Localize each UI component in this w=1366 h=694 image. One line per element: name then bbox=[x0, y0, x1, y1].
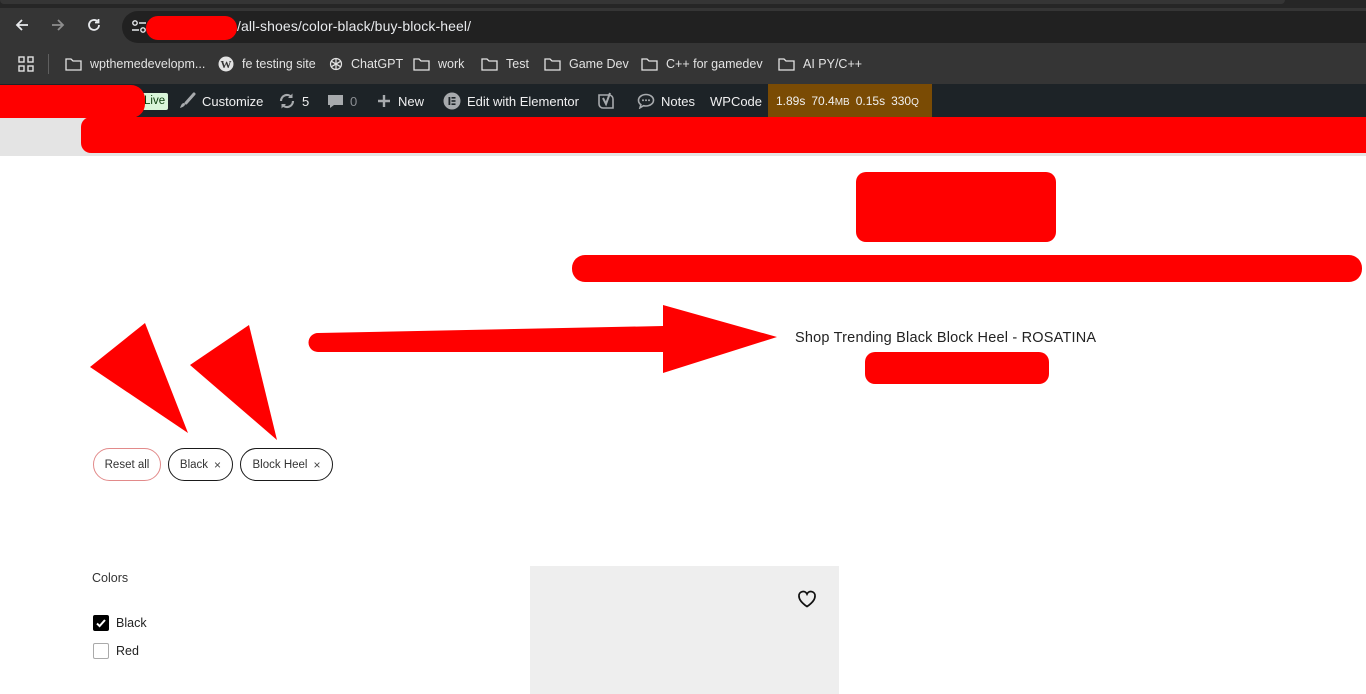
browser-chrome: /all-shoes/color-black/buy-block-heel/ w… bbox=[0, 0, 1366, 84]
reset-all-label: Reset all bbox=[104, 458, 150, 471]
bookmark-wpthemedevelopment[interactable]: wpthemedevelopm... bbox=[65, 55, 205, 73]
bookmark-label: Game Dev bbox=[569, 57, 629, 71]
qm-db-time: 0.15s bbox=[855, 94, 886, 108]
option-label: Red bbox=[116, 644, 139, 658]
bookmark-test[interactable]: Test bbox=[481, 55, 529, 73]
qm-memory-value: 70.4 bbox=[811, 94, 835, 108]
arrow-annotation-chip bbox=[190, 325, 277, 440]
bookmarks-divider bbox=[48, 54, 49, 74]
bookmark-label: work bbox=[438, 57, 465, 71]
checkbox-unchecked[interactable] bbox=[93, 643, 109, 659]
notes-label: Notes bbox=[661, 93, 695, 109]
yoast-seo-link[interactable] bbox=[597, 84, 615, 118]
notes-link[interactable]: Notes bbox=[637, 84, 695, 118]
page-title: Shop Trending Black Block Heel - ROSATIN… bbox=[795, 330, 1097, 346]
site-name-redaction bbox=[0, 85, 145, 118]
qm-queries-value: 330 bbox=[891, 94, 912, 108]
wpcode-label: WPCode bbox=[710, 93, 763, 109]
qm-memory-unit: MB bbox=[834, 97, 850, 108]
url-text[interactable]: /all-shoes/color-black/buy-block-heel/ bbox=[237, 18, 471, 34]
elementor-icon bbox=[443, 92, 461, 110]
bookmark-fe-testing-site[interactable]: W fe testing site bbox=[218, 55, 316, 73]
bookmark-work[interactable]: work bbox=[413, 55, 464, 73]
option-label: Black bbox=[116, 616, 147, 630]
updates-count: 5 bbox=[302, 93, 310, 109]
arrow-right-icon bbox=[52, 19, 65, 31]
apps-grid-icon[interactable] bbox=[18, 56, 34, 72]
new-label: New bbox=[398, 93, 425, 109]
elementor-label: Edit with Elementor bbox=[467, 93, 579, 109]
folder-icon bbox=[544, 58, 561, 71]
bookmark-label: fe testing site bbox=[242, 57, 316, 71]
svg-text:W: W bbox=[221, 59, 232, 71]
edit-with-elementor-link[interactable]: Edit with Elementor bbox=[443, 84, 579, 118]
reset-all-button[interactable]: Reset all bbox=[93, 448, 161, 481]
url-domain-redaction bbox=[146, 16, 237, 40]
forward-button[interactable] bbox=[47, 16, 69, 38]
paintbrush-icon bbox=[180, 92, 196, 108]
bookmarks-bar: wpthemedevelopm... W fe testing site Cha… bbox=[0, 50, 1366, 78]
colors-filter-title: Colors bbox=[92, 571, 129, 585]
bookmark-label: wpthemedevelopm... bbox=[90, 57, 206, 71]
chatgpt-icon bbox=[329, 57, 343, 71]
qm-queries-unit: Q bbox=[911, 97, 919, 108]
customize-label: Customize bbox=[202, 93, 264, 109]
qm-queries: 330Q bbox=[891, 94, 919, 108]
bookmark-label: C++ for gamedev bbox=[666, 57, 763, 71]
bookmark-cpp-for-gamedev[interactable]: C++ for gamedev bbox=[641, 55, 763, 73]
chip-label: Black bbox=[179, 458, 209, 471]
comment-icon bbox=[328, 94, 343, 108]
reload-button[interactable] bbox=[83, 16, 105, 38]
checkbox-checked[interactable] bbox=[93, 615, 109, 631]
bookmark-label: ChatGPT bbox=[351, 57, 404, 71]
header-redaction bbox=[81, 117, 1366, 153]
wpcode-link[interactable]: WPCode bbox=[710, 84, 762, 118]
arrow-annotation-reset bbox=[90, 323, 188, 433]
comments-count: 0 bbox=[350, 93, 358, 109]
subtitle-redaction bbox=[865, 352, 1049, 384]
folder-icon bbox=[778, 58, 795, 71]
yoast-icon bbox=[598, 92, 614, 109]
wordpress-icon: W bbox=[218, 56, 234, 72]
filter-chip-block-heel[interactable]: Block Heel × bbox=[240, 448, 333, 481]
plus-icon bbox=[378, 95, 390, 107]
folder-icon bbox=[413, 58, 430, 71]
back-button[interactable] bbox=[11, 16, 33, 38]
breadcrumb-redaction bbox=[572, 255, 1362, 282]
product-card-image[interactable] bbox=[530, 566, 839, 694]
active-tab-edge[interactable] bbox=[0, 0, 1285, 4]
bookmark-chatgpt[interactable]: ChatGPT bbox=[329, 55, 403, 73]
tab-strip bbox=[0, 0, 1366, 8]
folder-icon bbox=[481, 58, 498, 71]
new-content-link[interactable]: New bbox=[376, 84, 424, 118]
updates-link[interactable]: 5 bbox=[278, 84, 309, 118]
qm-memory: 70.4MB bbox=[811, 94, 849, 108]
heart-icon[interactable] bbox=[797, 589, 817, 609]
address-bar[interactable]: /all-shoes/color-black/buy-block-heel/ bbox=[122, 11, 1366, 43]
bookmark-ai-py-cpp[interactable]: AI PY/C++ bbox=[778, 55, 862, 73]
filter-chip-black[interactable]: Black × bbox=[168, 448, 233, 481]
speech-bubble-icon bbox=[637, 93, 655, 109]
arrow-left-icon bbox=[15, 19, 28, 31]
bookmark-game-dev[interactable]: Game Dev bbox=[544, 55, 629, 73]
bookmark-label: AI PY/C++ bbox=[803, 57, 863, 71]
close-icon[interactable]: × bbox=[214, 458, 221, 472]
updates-icon bbox=[279, 93, 295, 109]
checkmark-icon bbox=[96, 619, 106, 628]
query-monitor-stats[interactable]: 1.89s 70.4MB 0.15s 330Q bbox=[768, 84, 932, 118]
qm-time: 1.89s bbox=[776, 94, 806, 108]
wp-admin-bar: Customize 5 0 New Edit with Elementor No… bbox=[0, 84, 1366, 118]
reload-icon bbox=[88, 19, 100, 31]
comments-link[interactable]: 0 bbox=[327, 84, 357, 118]
color-option-black[interactable]: Black bbox=[93, 615, 147, 631]
customize-link[interactable]: Customize bbox=[178, 84, 263, 118]
close-icon[interactable]: × bbox=[313, 458, 320, 472]
folder-icon bbox=[641, 58, 658, 71]
folder-icon bbox=[65, 58, 82, 71]
bookmark-label: Test bbox=[506, 57, 529, 71]
logo-redaction bbox=[856, 172, 1056, 242]
chip-label: Block Heel bbox=[252, 458, 308, 471]
arrow-annotation-title bbox=[308, 305, 777, 373]
color-option-red[interactable]: Red bbox=[93, 643, 139, 659]
